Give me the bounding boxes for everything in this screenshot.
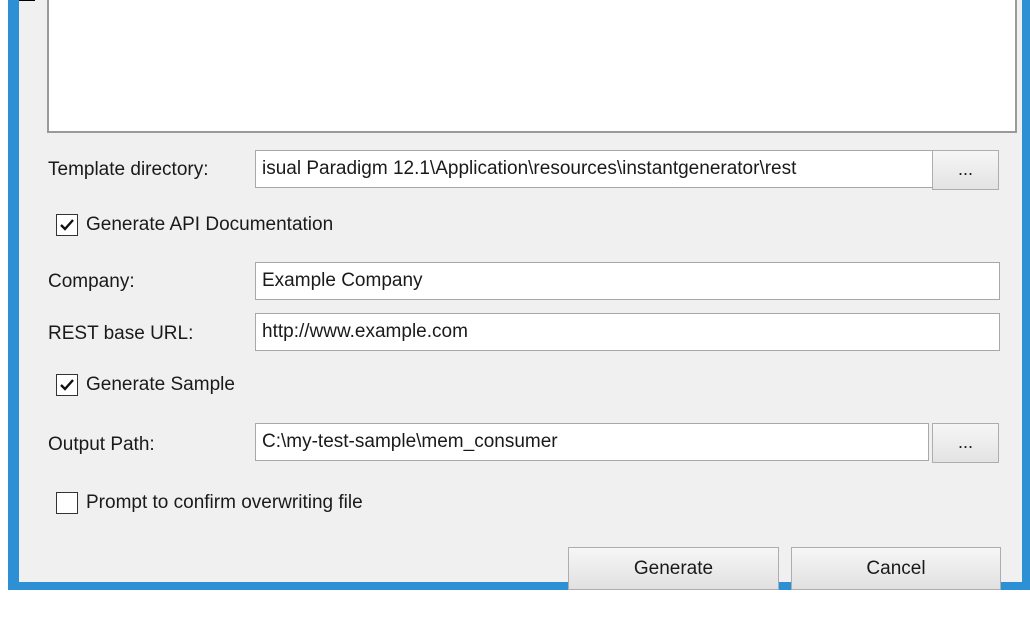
prompt-overwrite-row[interactable]: Prompt to confirm overwriting file: [56, 492, 363, 514]
output-path-label: Output Path:: [48, 434, 155, 455]
checkmark-icon: [60, 219, 74, 231]
template-directory-input[interactable]: isual Paradigm 12.1\Application\resource…: [255, 150, 949, 188]
generate-api-doc-checkbox[interactable]: [56, 214, 78, 236]
rest-base-url-label: REST base URL:: [48, 323, 194, 344]
output-path-browse-button[interactable]: ...: [932, 423, 999, 463]
company-label: Company:: [48, 271, 135, 292]
prompt-overwrite-label: Prompt to confirm overwriting file: [86, 492, 363, 513]
top-edge-line: [19, 0, 35, 1]
generator-dialog: Template directory: isual Paradigm 12.1\…: [19, 0, 1022, 590]
template-directory-browse-button[interactable]: ...: [932, 150, 999, 190]
generate-sample-checkbox[interactable]: [56, 374, 78, 396]
preview-text-area[interactable]: [47, 0, 1017, 133]
checkmark-icon: [60, 379, 74, 391]
generate-api-doc-label: Generate API Documentation: [86, 214, 334, 235]
window-frame-left: [8, 0, 19, 590]
rest-base-url-input[interactable]: http://www.example.com: [255, 313, 1000, 351]
prompt-overwrite-checkbox[interactable]: [56, 492, 78, 514]
generate-sample-row[interactable]: Generate Sample: [56, 374, 235, 396]
generate-sample-label: Generate Sample: [86, 374, 235, 395]
template-directory-label: Template directory:: [48, 159, 209, 180]
generate-api-doc-row[interactable]: Generate API Documentation: [56, 214, 333, 236]
output-path-input[interactable]: C:\my-test-sample\mem_consumer: [255, 423, 929, 461]
generate-button[interactable]: Generate: [568, 547, 779, 590]
cancel-button[interactable]: Cancel: [791, 547, 1001, 590]
company-input[interactable]: Example Company: [255, 262, 1000, 300]
window-frame-right: [1022, 0, 1030, 590]
